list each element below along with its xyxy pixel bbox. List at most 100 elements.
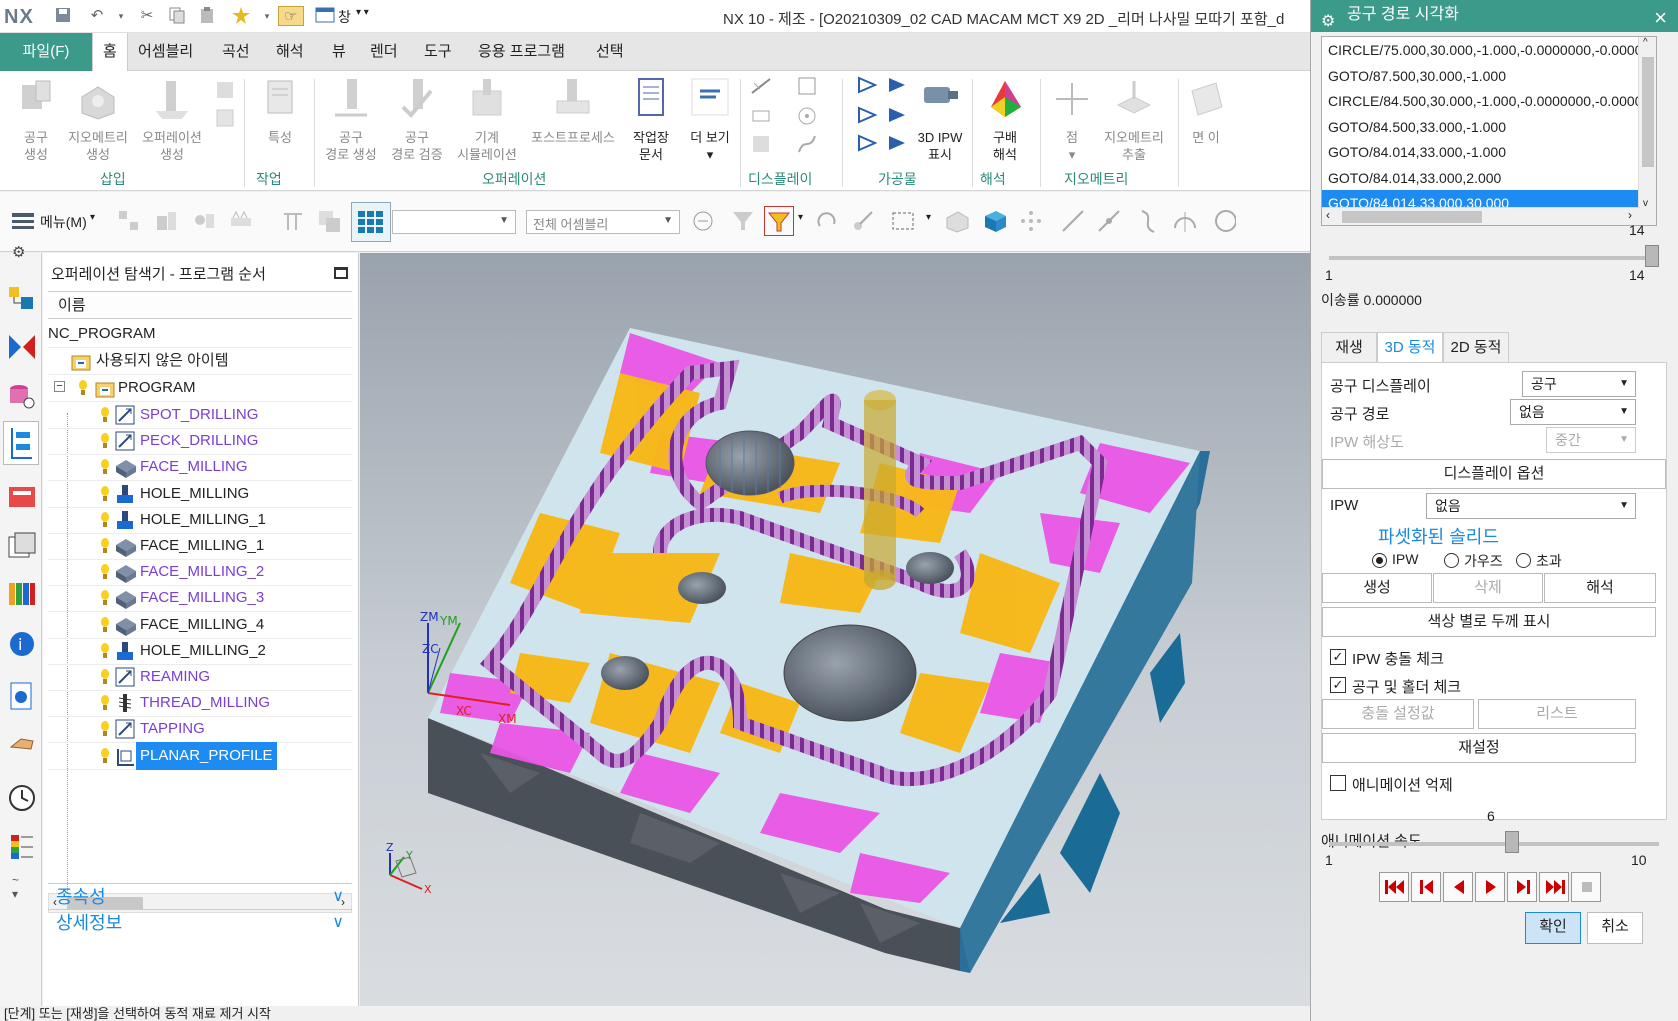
star-icon[interactable] — [230, 6, 252, 26]
touch-mode-icon[interactable]: ☞ — [278, 6, 304, 26]
step-back-button[interactable] — [1411, 872, 1441, 902]
tool-display-select[interactable]: 공구 ▼ — [1522, 371, 1636, 397]
create-geometry-button[interactable]: 지오메트리 생성 — [64, 77, 132, 163]
display-hatch-icon[interactable] — [750, 133, 772, 155]
step-slider-track[interactable] — [1329, 256, 1659, 260]
delete-button[interactable]: 삭제 — [1433, 573, 1543, 603]
suppress-animation-checkbox[interactable] — [1330, 775, 1346, 791]
step-forward-button[interactable] — [1507, 872, 1537, 902]
tab-curve[interactable]: 곡선 — [212, 33, 260, 71]
speed-slider-knob[interactable] — [1504, 831, 1519, 853]
display-curve-icon[interactable] — [796, 133, 818, 155]
tree-operation[interactable]: THREAD_MILLING — [48, 689, 352, 718]
menu-arrow[interactable]: ▾ — [90, 212, 95, 223]
web-browser-icon[interactable]: i — [7, 629, 37, 659]
circle-icon[interactable] — [1210, 208, 1236, 234]
collapse-icon[interactable]: − — [54, 381, 65, 392]
workpiece-flag-icon-1[interactable] — [856, 75, 878, 97]
postprocess-button[interactable]: 포스트프로세스 — [526, 77, 620, 146]
snap-pivot-icon[interactable] — [850, 208, 876, 234]
properties-button[interactable]: 특성 — [258, 77, 302, 146]
scroll-down-icon[interactable]: v — [1643, 198, 1648, 209]
rectangle-select-arrow[interactable]: ▾ — [926, 212, 931, 223]
reset-button[interactable]: 재설정 — [1322, 733, 1636, 763]
cancel-button[interactable]: 취소 — [1587, 912, 1643, 944]
resource-more-icon[interactable]: ~ ▾ — [12, 873, 19, 901]
solid-body-icon[interactable] — [982, 208, 1008, 234]
window-menu[interactable]: 창 — [338, 7, 351, 27]
workpiece-flag-icon-2[interactable] — [886, 75, 908, 97]
tab-home[interactable]: 홈 — [92, 33, 128, 72]
curve-icon[interactable] — [1136, 208, 1162, 234]
toolpath-list-item[interactable]: CIRCLE/75.000,30.000,-1.000,-0.0000000,-… — [1328, 37, 1650, 63]
copy-icon[interactable] — [166, 6, 188, 26]
tree-operation[interactable]: PLANAR_PROFILE — [48, 741, 352, 770]
menu-icon[interactable] — [10, 208, 36, 234]
toolpath-list-item[interactable]: CIRCLE/84.500,30.000,-1.000,-0.0000000,-… — [1328, 88, 1650, 114]
play-reverse-button[interactable] — [1443, 872, 1473, 902]
color-scale-icon[interactable] — [7, 833, 37, 863]
small-geometry-icon[interactable] — [214, 107, 236, 129]
play-button[interactable] — [1475, 872, 1505, 902]
line-icon[interactable] — [1060, 208, 1086, 234]
shop-doc-button[interactable]: 작업장 문서 — [624, 77, 678, 163]
window-icon[interactable] — [314, 6, 336, 26]
palette-icon[interactable] — [7, 579, 37, 609]
solid-face-icon[interactable] — [944, 208, 970, 234]
ipw-select[interactable]: 없음 ▼ — [1426, 493, 1636, 519]
tree-operation[interactable]: HOLE_MILLING_2 — [48, 637, 352, 665]
radio-ipw[interactable] — [1372, 553, 1387, 568]
arc-icon[interactable] — [1172, 208, 1198, 234]
select-group-icon[interactable] — [690, 208, 716, 234]
toolpath-list[interactable]: CIRCLE/75.000,30.000,-1.000,-0.0000000,-… — [1321, 36, 1657, 226]
save-icon[interactable] — [52, 6, 74, 26]
clock-icon[interactable] — [7, 783, 37, 813]
toolpath-list-item[interactable]: GOTO/84.500,33.000,-1.000 — [1328, 114, 1506, 140]
machine-view-icon[interactable] — [154, 208, 180, 234]
tab-2d-dynamic[interactable]: 2D 동적 — [1443, 332, 1509, 362]
type-filter-combo[interactable]: ▼ — [392, 210, 516, 234]
tree-operation[interactable]: FACE_MILLING — [48, 453, 352, 482]
toolpath-list-item[interactable]: GOTO/87.500,30.000,-1.000 — [1328, 63, 1506, 89]
step-slider-knob[interactable] — [1645, 245, 1659, 267]
window-menu-arrow[interactable]: ▾ ▾ — [356, 7, 369, 18]
machine-simulation-button[interactable]: 기계 시뮬레이션 — [452, 77, 522, 163]
geometry-view-icon[interactable] — [192, 208, 218, 234]
tree-operation[interactable]: SPOT_DRILLING — [48, 401, 352, 429]
toolpath-list-item[interactable]: GOTO/84.014,33.000,-1.000 — [1328, 139, 1506, 165]
verify-toolpath-button[interactable]: 공구 경로 검증 — [386, 77, 448, 163]
list-vertical-scrollbar[interactable]: ^ v — [1638, 37, 1656, 225]
tab-render[interactable]: 렌더 — [360, 33, 408, 71]
stop-button[interactable] — [1571, 872, 1601, 902]
tree-operation[interactable]: TAPPING — [48, 715, 352, 744]
undo-dropdown-icon[interactable]: ▾ — [110, 6, 132, 26]
constraint-navigator-icon[interactable] — [7, 333, 37, 363]
show-3d-ipw-button[interactable]: 3D IPW 표시 — [914, 77, 966, 163]
tree-operation[interactable]: HOLE_MILLING — [48, 480, 352, 508]
tree-operation[interactable]: FACE_MILLING_3 — [48, 584, 352, 613]
graphics-viewport[interactable]: ZM YM ZC XC XM Z Y X — [360, 253, 1310, 1006]
display-box-icon[interactable] — [796, 75, 818, 97]
ok-button[interactable]: 확인 — [1525, 912, 1581, 944]
workpiece-flag-icon-6[interactable] — [886, 133, 908, 155]
point-button[interactable]: 점 ▾ — [1050, 77, 1094, 163]
star-dropdown-icon[interactable]: ▾ — [256, 6, 278, 26]
scroll-right-icon[interactable]: › — [1628, 208, 1632, 222]
collision-settings-button[interactable]: 충돌 설정값 — [1322, 699, 1474, 729]
geometry-filter-icon[interactable] — [316, 208, 342, 234]
speed-slider-track[interactable] — [1329, 842, 1659, 846]
history-icon[interactable] — [7, 681, 37, 711]
tool-path-select[interactable]: 없음 ▼ — [1510, 399, 1636, 425]
tree-operation[interactable]: FACE_MILLING_2 — [48, 558, 352, 587]
ipw-resolution-select[interactable]: 중간 ▼ — [1546, 427, 1636, 453]
tab-applications[interactable]: 응용 프로그램 — [468, 33, 575, 71]
tab-replay[interactable]: 재생 — [1321, 332, 1377, 362]
reuse-library-icon[interactable] — [7, 531, 37, 561]
small-tool-icon[interactable] — [214, 79, 236, 101]
display-circle-icon[interactable] — [796, 105, 818, 127]
resource-settings-icon[interactable]: ⚙ — [12, 243, 25, 261]
tab-analysis[interactable]: 해석 — [266, 33, 314, 71]
line-point-icon[interactable] — [1096, 208, 1122, 234]
program-view-icon[interactable] — [116, 208, 142, 234]
create-tool-button[interactable]: 공구 생성 — [14, 77, 58, 163]
